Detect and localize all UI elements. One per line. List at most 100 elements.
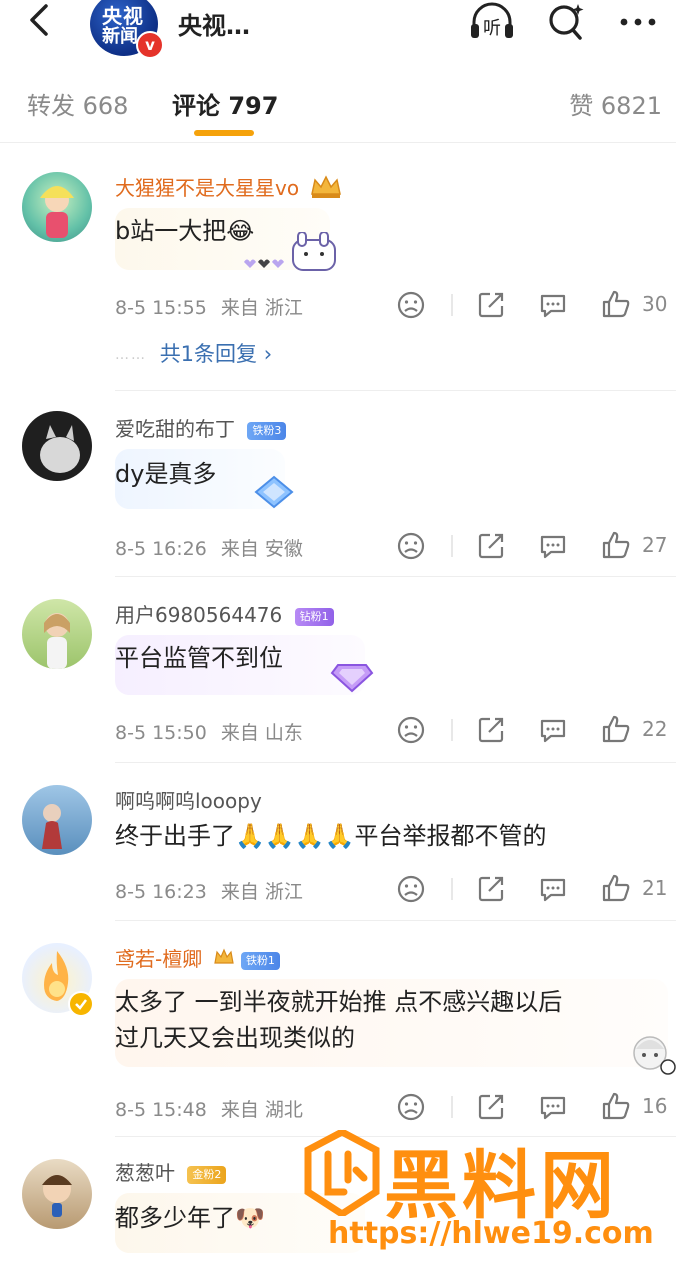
- comment-location: 来自 湖北: [220, 1099, 303, 1121]
- account-name[interactable]: 央视…: [178, 6, 250, 41]
- user-avatar[interactable]: [22, 1159, 92, 1229]
- verified-user-icon: [68, 991, 94, 1017]
- comment-item: 用户6980564476 钻粉1 平台监管不到位 8-5 15:50 来自 山东…: [0, 577, 676, 762]
- username-text: 爱吃甜的布丁: [115, 417, 235, 441]
- active-tab-indicator: [194, 130, 254, 136]
- verified-badge: v: [136, 31, 164, 59]
- user-avatar[interactable]: [22, 172, 92, 242]
- comment-text: 平台监管不到位: [115, 644, 283, 672]
- user-avatar[interactable]: [22, 599, 92, 669]
- comment-item: 爱吃甜的布丁 铁粉3 dy是真多 8-5 16:26 来自 安徽 27: [0, 391, 676, 576]
- comment-icon[interactable]: [538, 874, 568, 904]
- comment-username[interactable]: 鸢若-檀卿 铁粉1: [115, 943, 280, 974]
- more-options-icon[interactable]: [616, 2, 664, 42]
- crown-icon: [213, 947, 235, 974]
- like-count: 22: [642, 717, 668, 741]
- comment-meta: 8-5 15:50 来自 山东: [115, 718, 303, 745]
- comment-meta: 8-5 15:48 来自 湖北: [115, 1095, 303, 1122]
- comment-text: b站一大把😂: [115, 217, 255, 245]
- bunny-sticker-icon: [238, 231, 338, 272]
- tab-repost[interactable]: 转发 668: [27, 86, 128, 121]
- anime-sticker-icon: [628, 1029, 676, 1081]
- share-icon[interactable]: [476, 1092, 506, 1122]
- comment-username[interactable]: 啊呜啊呜looopy: [115, 785, 262, 814]
- search-icon[interactable]: [542, 2, 590, 42]
- username-text: 鸢若-檀卿: [115, 947, 203, 971]
- action-separator: [451, 535, 453, 557]
- action-separator: [451, 1096, 453, 1118]
- frown-icon[interactable]: [396, 1092, 426, 1122]
- tab-likes[interactable]: 赞 6821: [569, 86, 662, 121]
- comment-icon[interactable]: [538, 1092, 568, 1122]
- watermark-logo-icon: [304, 1128, 380, 1220]
- avatar-text-line2: 新闻: [102, 26, 138, 47]
- comment-time: 8-5 16:23: [115, 881, 207, 903]
- thumbs-up-icon[interactable]: [601, 873, 631, 903]
- like-count: 27: [642, 533, 668, 557]
- diamond-sticker-icon: [330, 659, 374, 697]
- share-icon[interactable]: [476, 290, 506, 320]
- comment-meta: 8-5 16:26 来自 安徽: [115, 534, 303, 561]
- comment-text-line2: 过几天又会出现类似的: [115, 1024, 355, 1052]
- comment-username[interactable]: 爱吃甜的布丁 铁粉3: [115, 413, 287, 442]
- comment-location: 来自 安徽: [220, 538, 303, 560]
- comment-meta: 8-5 15:55 来自 浙江: [115, 293, 303, 320]
- frown-icon[interactable]: [396, 874, 426, 904]
- comment-time: 8-5 15:50: [115, 722, 207, 744]
- comment-username[interactable]: 葱葱叶 金粉2: [115, 1157, 227, 1186]
- comment-location: 来自 浙江: [220, 297, 303, 319]
- diamond-sticker-icon: [252, 475, 296, 513]
- comment-location: 来自 浙江: [220, 881, 303, 903]
- username-text: 啊呜啊呜looopy: [115, 789, 262, 813]
- replies-dots: ……: [115, 347, 147, 363]
- thumbs-up-icon[interactable]: [601, 714, 631, 744]
- tab-bar: 转发 668 评论 797 赞 6821: [0, 60, 676, 143]
- comment-icon[interactable]: [538, 715, 568, 745]
- comment-text: 终于出手了🙏🙏🙏🙏平台举报都不管的: [115, 822, 547, 850]
- listen-icon[interactable]: 听: [468, 2, 516, 42]
- comment-meta: 8-5 16:23 来自 浙江: [115, 877, 303, 904]
- share-icon[interactable]: [476, 531, 506, 561]
- tab-comments[interactable]: 评论 797: [172, 86, 278, 121]
- frown-icon[interactable]: [396, 290, 426, 320]
- watermark-url: https://hlwe19.com: [328, 1216, 654, 1251]
- comment-text: dy是真多: [115, 460, 217, 488]
- frown-icon[interactable]: [396, 715, 426, 745]
- watermark: 黑料网 https://hlwe19.com: [300, 1128, 676, 1268]
- username-text: 葱葱叶: [115, 1161, 175, 1185]
- share-icon[interactable]: [476, 715, 506, 745]
- view-replies-link[interactable]: …… 共1条回复 ›: [115, 338, 272, 368]
- comment-icon[interactable]: [538, 290, 568, 320]
- fan-badge: 铁粉1: [240, 951, 280, 970]
- comment-username[interactable]: 用户6980564476 钻粉1: [115, 599, 334, 628]
- action-separator: [451, 294, 453, 316]
- frown-icon[interactable]: [396, 531, 426, 561]
- back-arrow-icon[interactable]: [22, 2, 58, 38]
- comment-icon[interactable]: [538, 531, 568, 561]
- thumbs-up-icon[interactable]: [601, 1091, 631, 1121]
- fan-badge: 金粉2: [187, 1165, 227, 1184]
- username-text: 用户6980564476: [115, 603, 283, 627]
- user-avatar[interactable]: [22, 785, 92, 855]
- comment-text-line1: 太多了 一到半夜就开始推 点不感兴趣以后: [115, 988, 563, 1016]
- comment-username[interactable]: 大猩猩不是大星星vo: [115, 172, 343, 205]
- like-count: 21: [642, 876, 668, 900]
- comment-time: 8-5 15:55: [115, 297, 207, 319]
- comment-time: 8-5 16:26: [115, 538, 207, 560]
- crown-icon: [309, 174, 343, 205]
- top-nav-bar: 央视 新闻 v 央视… 听: [0, 0, 676, 60]
- comment-time: 8-5 15:48: [115, 1099, 207, 1121]
- comment-item: 啊呜啊呜looopy 终于出手了🙏🙏🙏🙏平台举报都不管的 8-5 16:23 来…: [0, 763, 676, 920]
- share-icon[interactable]: [476, 874, 506, 904]
- fan-badge: 铁粉3: [247, 421, 287, 440]
- fan-badge: 钻粉1: [294, 607, 334, 626]
- replies-text: 共1条回复 ›: [159, 342, 273, 366]
- action-separator: [451, 719, 453, 741]
- action-separator: [451, 878, 453, 900]
- username-text: 大猩猩不是大星星vo: [115, 176, 300, 200]
- thumbs-up-icon[interactable]: [601, 530, 631, 560]
- comment-item: 鸢若-檀卿 铁粉1 太多了 一到半夜就开始推 点不感兴趣以后 过几天又会出现类似…: [0, 921, 676, 1136]
- user-avatar[interactable]: [22, 411, 92, 481]
- thumbs-up-icon[interactable]: [601, 289, 631, 319]
- listen-label: 听: [483, 18, 501, 39]
